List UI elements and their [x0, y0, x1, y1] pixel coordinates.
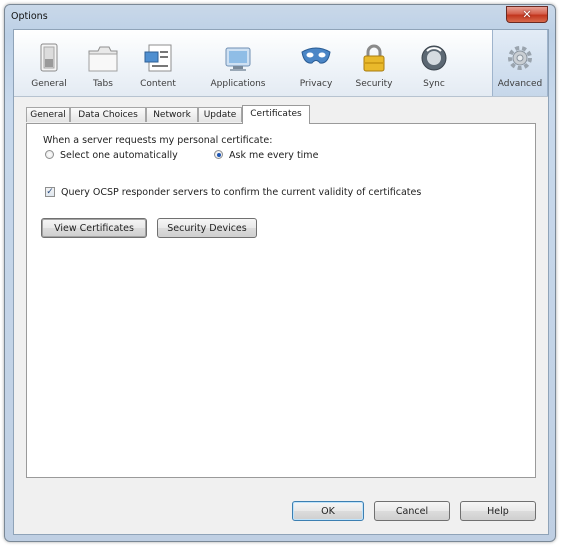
tab-update[interactable]: Update: [198, 107, 242, 122]
pane-label: Content: [140, 79, 176, 89]
title-bar[interactable]: Options ✕: [5, 5, 555, 29]
pane-security[interactable]: Security: [348, 30, 400, 96]
close-button[interactable]: ✕: [506, 6, 548, 23]
pane-label: General: [31, 79, 67, 89]
tabs-icon: [88, 46, 118, 72]
tab-general[interactable]: General: [26, 107, 70, 122]
certificates-panel: When a server requests my personal certi…: [26, 123, 536, 478]
pane-content[interactable]: Content: [130, 30, 186, 96]
pane-general[interactable]: General: [26, 30, 72, 96]
content-icon: [144, 44, 172, 72]
pane-label: Tabs: [93, 79, 113, 89]
pane-label: Advanced: [497, 79, 543, 89]
security-devices-button[interactable]: Security Devices: [157, 218, 257, 238]
pane-sync[interactable]: Sync: [412, 30, 456, 96]
radio-button[interactable]: [45, 150, 54, 159]
pane-label: Applications: [210, 79, 266, 89]
cancel-button[interactable]: Cancel: [374, 501, 450, 521]
dialog-client: General Tabs Content Applications Privac…: [13, 29, 549, 535]
ok-button[interactable]: OK: [292, 501, 364, 521]
general-switch-icon: [40, 43, 58, 72]
pane-advanced[interactable]: Advanced: [492, 30, 548, 96]
radio-label: Select one automatically: [60, 150, 178, 161]
radio-button-selected[interactable]: [214, 150, 223, 159]
padlock-icon: [363, 44, 385, 72]
radio-label: Ask me every time: [229, 150, 319, 161]
pane-label: Privacy: [299, 79, 333, 89]
pane-toolbar: General Tabs Content Applications Privac…: [14, 30, 548, 97]
pane-privacy[interactable]: Privacy: [292, 30, 340, 96]
pane-applications[interactable]: Applications: [196, 30, 280, 96]
close-icon: ✕: [522, 8, 532, 21]
certificate-request-label: When a server requests my personal certi…: [43, 135, 273, 146]
pane-tabs[interactable]: Tabs: [84, 30, 122, 96]
options-dialog: Options ✕ General Tabs Content Applicati…: [4, 4, 556, 542]
help-button[interactable]: Help: [460, 501, 536, 521]
ocsp-label: Query OCSP responder servers to confirm …: [61, 187, 422, 198]
ocsp-checkbox-row[interactable]: ✓ Query OCSP responder servers to confirm…: [45, 186, 422, 198]
gear-icon: [508, 46, 532, 70]
pane-label: Sync: [423, 79, 445, 89]
tab-data-choices[interactable]: Data Choices: [70, 107, 146, 122]
applications-icon: [225, 47, 251, 71]
privacy-mask-icon: [301, 47, 331, 64]
radio-ask-every-time[interactable]: Ask me every time: [214, 150, 318, 161]
window-title: Options: [11, 11, 48, 22]
sync-icon: [421, 45, 447, 71]
ocsp-checkbox[interactable]: ✓: [45, 186, 55, 197]
pane-label: Security: [355, 79, 393, 89]
view-certificates-button[interactable]: View Certificates: [41, 218, 147, 238]
tab-network[interactable]: Network: [146, 107, 198, 122]
tab-certificates[interactable]: Certificates: [242, 105, 310, 124]
radio-select-automatically[interactable]: Select one automatically: [45, 150, 178, 161]
